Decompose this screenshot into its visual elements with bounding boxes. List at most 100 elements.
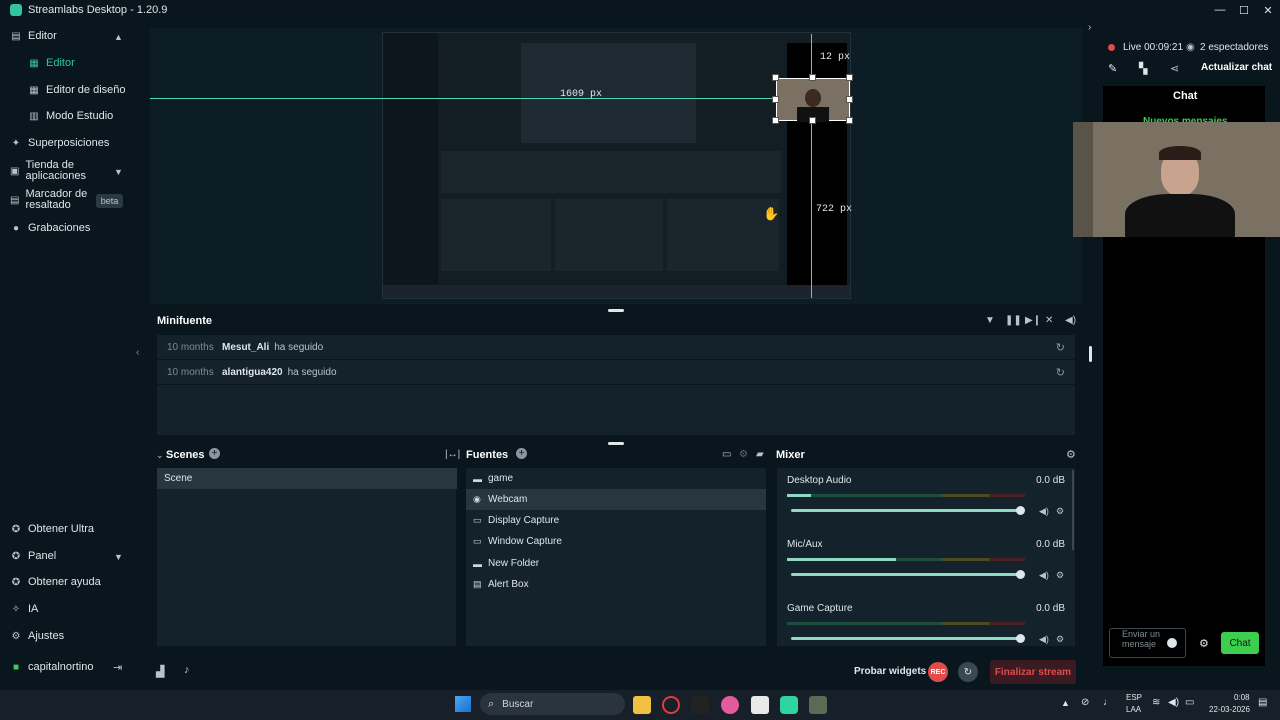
app-icon[interactable] — [721, 696, 739, 714]
resize-handle[interactable] — [846, 74, 853, 81]
skip-icon[interactable]: ▶❙ — [1025, 315, 1041, 326]
share-icon[interactable]: ⋖ — [1170, 62, 1179, 75]
source-item[interactable]: ▭ Window Capture — [466, 531, 766, 552]
logout-icon[interactable]: ⇥ — [113, 661, 122, 674]
volume-slider-knob[interactable] — [1016, 506, 1025, 515]
resize-handle[interactable] — [809, 74, 816, 81]
filter-icon[interactable]: ▼ — [985, 315, 995, 326]
speaker-icon[interactable]: ◀) — [1039, 634, 1049, 645]
record-button[interactable]: REC — [928, 662, 948, 682]
volume-slider[interactable] — [791, 509, 1021, 512]
user-account[interactable]: ■ capitalnortino — [10, 661, 93, 673]
streamlabs-taskbar-icon[interactable] — [780, 696, 798, 714]
gear-icon[interactable]: ⚙ — [1056, 634, 1064, 645]
file-explorer-icon[interactable] — [633, 696, 651, 714]
chat-settings-gear-icon[interactable]: ⚙ — [1199, 637, 1209, 650]
splitter-handle[interactable] — [608, 309, 624, 312]
scenes-shortcut-icon[interactable]: ▚ — [1139, 62, 1147, 75]
volume-slider-knob[interactable] — [1016, 570, 1025, 579]
maximize-button[interactable]: ☐ — [1232, 0, 1256, 20]
windows-start-icon[interactable] — [455, 696, 471, 712]
chevron-up-icon[interactable]: ▲ — [114, 32, 123, 42]
sidebar-item-recordings[interactable]: ● Grabaciones — [10, 222, 90, 234]
opera-icon[interactable] — [662, 696, 680, 714]
sidebar-item-ai[interactable]: ✧ IA — [10, 603, 39, 615]
video-editor-icon[interactable] — [691, 696, 709, 714]
source-properties-icon[interactable]: ⚙ — [739, 449, 748, 460]
sidebar-item-layout-editor[interactable]: ▦ Editor de diseño — [28, 84, 125, 96]
volume-slider[interactable] — [791, 573, 1021, 576]
sidebar-item-editor[interactable]: ▦ Editor — [28, 57, 74, 69]
refresh-chat-button[interactable]: Actualizar chat — [1201, 62, 1272, 73]
sidebar-item-highlighter[interactable]: ▤ Marcador de resaltado — [10, 189, 95, 211]
scene-transition-icon[interactable]: |↔| — [445, 449, 460, 460]
replay-buffer-icon[interactable]: ↻ — [958, 662, 978, 682]
sidebar-item-app-store[interactable]: ▣ Tienda de aplicaciones — [10, 160, 105, 182]
source-item[interactable]: ▤ Alert Box — [466, 574, 766, 595]
collapse-left-icon[interactable]: ‹ — [136, 347, 139, 358]
speaker-icon[interactable]: ◀) — [1039, 506, 1049, 517]
volume-slider[interactable] — [791, 637, 1021, 640]
test-widgets-link[interactable]: Probar widgets — [854, 666, 926, 677]
source-item[interactable]: ◉ Webcam — [466, 489, 766, 510]
wifi-icon[interactable]: ≋ — [1152, 697, 1160, 708]
mute-alerts-icon[interactable]: ✕ — [1045, 315, 1053, 326]
sidebar-item-studio-mode[interactable]: ▥ Modo Estudio — [28, 110, 113, 122]
sidebar-item-get-ultra[interactable]: ✪ Obtener Ultra — [10, 523, 94, 535]
resize-handle[interactable] — [846, 117, 853, 124]
language-indicator[interactable]: ESP — [1126, 693, 1142, 702]
volume-slider-knob[interactable] — [1016, 634, 1025, 643]
close-button[interactable]: ✕ — [1256, 0, 1280, 20]
gear-icon[interactable]: ⚙ — [1056, 570, 1064, 581]
network-off-icon[interactable]: ⊘ — [1081, 697, 1089, 708]
splitter-handle[interactable] — [608, 442, 624, 445]
sidebar-item-settings[interactable]: ⚙ Ajustes — [10, 630, 65, 642]
send-chat-button[interactable]: Chat — [1221, 632, 1259, 654]
add-scene-icon[interactable]: + — [209, 448, 220, 459]
end-stream-button[interactable]: Finalizar stream — [990, 660, 1076, 684]
resize-handle[interactable] — [772, 117, 779, 124]
resize-handle[interactable] — [772, 96, 779, 103]
source-selection-icon[interactable]: ▭ — [722, 449, 731, 460]
notification-bell-icon[interactable]: ▤ — [1258, 697, 1267, 708]
taskbar-search[interactable]: ⌕ Buscar — [480, 693, 625, 715]
notifications-icon[interactable]: ♪ — [184, 664, 190, 676]
stats-icon[interactable]: ▟ — [156, 665, 164, 678]
sidebar-item-overlays[interactable]: ✦ Superposiciones — [10, 137, 110, 149]
add-folder-icon[interactable]: ▰ — [756, 449, 764, 460]
battery-icon[interactable]: ▭ — [1185, 697, 1194, 708]
speaker-icon[interactable]: ◀) — [1039, 570, 1049, 581]
source-item[interactable]: ▬ New Folder — [466, 553, 766, 574]
expand-right-icon[interactable]: › — [1088, 22, 1091, 33]
emoji-icon[interactable] — [1167, 638, 1177, 648]
gear-icon[interactable]: ⚙ — [1056, 506, 1064, 517]
sidebar-item-help[interactable]: ✪ Obtener ayuda — [10, 576, 101, 588]
clock-time[interactable]: 0:08 — [1234, 693, 1250, 702]
resize-handle[interactable] — [772, 74, 779, 81]
source-item[interactable]: ▬ game — [466, 468, 766, 489]
volume-icon[interactable]: ◀) — [1168, 697, 1179, 708]
chevron-up-icon[interactable]: ▲ — [1061, 698, 1070, 708]
edit-icon[interactable]: ✎ — [1108, 62, 1117, 75]
notepad-icon[interactable] — [751, 696, 769, 714]
chevron-down-icon[interactable]: ▼ — [114, 167, 123, 177]
sidebar-item-panel[interactable]: ✪ Panel — [10, 550, 56, 562]
repeat-icon[interactable]: ↻ — [1056, 366, 1065, 379]
selected-webcam-source[interactable] — [776, 78, 850, 122]
sidebar-item-editor-group[interactable]: ▤ Editor — [10, 30, 56, 42]
game-icon[interactable] — [809, 696, 827, 714]
source-item[interactable]: ▭ Display Capture — [466, 510, 766, 531]
chevron-down-icon[interactable]: ⌄ — [156, 450, 164, 461]
splitter-handle-vertical[interactable] — [1089, 346, 1092, 362]
resize-handle[interactable] — [846, 96, 853, 103]
chat-input[interactable]: Enviar un mensaje — [1109, 628, 1186, 658]
resize-handle[interactable] — [809, 117, 816, 124]
add-source-icon[interactable]: + — [516, 448, 527, 459]
microphone-icon[interactable]: ♩ — [1103, 697, 1113, 708]
pause-icon[interactable]: ❚❚ — [1005, 315, 1022, 326]
minimize-button[interactable]: — — [1208, 0, 1232, 20]
scene-item[interactable]: Scene — [157, 468, 457, 489]
chevron-down-icon[interactable]: ▼ — [114, 552, 123, 562]
repeat-icon[interactable]: ↻ — [1056, 341, 1065, 354]
mixer-settings-gear-icon[interactable]: ⚙ — [1066, 448, 1076, 461]
